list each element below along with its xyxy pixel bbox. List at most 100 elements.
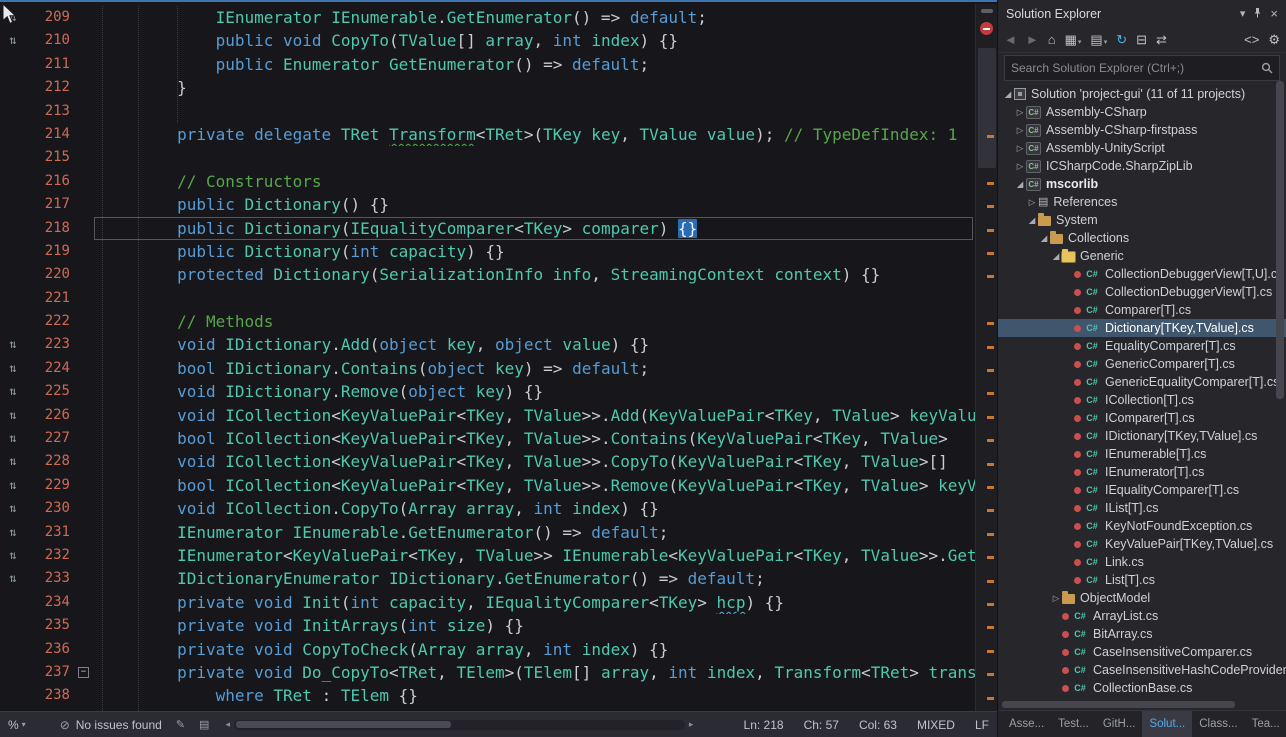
code-line-236[interactable]: 236 private void CopyToCheck(Array array… <box>0 638 975 661</box>
close-icon[interactable]: × <box>1270 6 1278 21</box>
split-editor-handle[interactable] <box>981 9 993 13</box>
fold-collapse-icon[interactable]: − <box>78 667 89 678</box>
expand-arrow-icon[interactable]: ▷ <box>1014 143 1026 154</box>
tool-tab-gith[interactable]: GitH... <box>1096 711 1143 737</box>
tree-item-assembly-unityscript[interactable]: ▷C#Assembly-UnityScript <box>998 139 1286 157</box>
tree-item-equalitycomparer-t-cs[interactable]: C#EqualityComparer[T].cs <box>998 337 1286 355</box>
collapse-arrow-icon[interactable]: ◢ <box>1014 179 1026 190</box>
implements-icon[interactable]: ⇅ <box>0 497 26 520</box>
tree-item-caseinsensitivecomparer-cs[interactable]: C#CaseInsensitiveComparer.cs <box>998 643 1286 661</box>
implements-icon[interactable]: ⇅ <box>0 333 26 356</box>
code-line-232[interactable]: ⇅232 IEnumerator<KeyValuePair<TKey, TVal… <box>0 544 975 567</box>
view-code-icon[interactable]: <> <box>1244 33 1259 46</box>
code-line-215[interactable]: 215 <box>0 146 975 169</box>
line-number[interactable]: 212 <box>26 76 74 99</box>
scrollbar-thumb[interactable] <box>978 48 996 168</box>
tree-item-ienumerable-t-cs[interactable]: C#IEnumerable[T].cs <box>998 445 1286 463</box>
tree-item-keynotfoundexception-cs[interactable]: C#KeyNotFoundException.cs <box>998 517 1286 535</box>
line-number[interactable]: 235 <box>26 614 74 637</box>
collapse-arrow-icon[interactable]: ◢ <box>1026 215 1038 226</box>
implements-icon[interactable]: ⇅ <box>0 567 26 590</box>
code-line-225[interactable]: ⇅225 void IDictionary.Remove(object key)… <box>0 380 975 403</box>
code-editor[interactable]: ⇅209 IEnumerator IEnumerable.GetEnumerat… <box>0 0 997 711</box>
status-line-ending[interactable]: LF <box>975 718 989 732</box>
line-number[interactable]: 219 <box>26 240 74 263</box>
line-number[interactable]: 221 <box>26 287 74 310</box>
tree-item-icsharpcode-sharpziplib[interactable]: ▷C#ICSharpCode.SharpZipLib <box>998 157 1286 175</box>
line-number[interactable]: 214 <box>26 123 74 146</box>
scroll-right-arrow-icon[interactable]: ▸ <box>689 719 694 730</box>
tree-item-link-cs[interactable]: C#Link.cs <box>998 553 1286 571</box>
code-line-227[interactable]: ⇅227 bool ICollection<KeyValuePair<TKey,… <box>0 427 975 450</box>
line-number[interactable]: 231 <box>26 521 74 544</box>
code-line-212[interactable]: 212 } <box>0 76 975 99</box>
code-line-238[interactable]: 238 where TRet : TElem {} <box>0 684 975 707</box>
tree-item-idictionary-tkey-tvalue-cs[interactable]: C#IDictionary[TKey,TValue].cs <box>998 427 1286 445</box>
collapse-all-icon[interactable]: ⊟ <box>1136 33 1147 46</box>
code-line-230[interactable]: ⇅230 void ICollection.CopyTo(Array array… <box>0 497 975 520</box>
tree-item-assembly-csharp[interactable]: ▷C#Assembly-CSharp <box>998 103 1286 121</box>
line-number[interactable]: 216 <box>26 170 74 193</box>
code-line-234[interactable]: 234 private void Init(int capacity, IEqu… <box>0 591 975 614</box>
tree-item-objectmodel[interactable]: ▷ObjectModel <box>998 589 1286 607</box>
tree-item-caseinsensitivehashcodeprovider-cs[interactable]: C#CaseInsensitiveHashCodeProvider.cs <box>998 661 1286 679</box>
code-cleanup-icon[interactable]: ▤ <box>199 718 209 731</box>
tree-item-comparer-t-cs[interactable]: C#Comparer[T].cs <box>998 301 1286 319</box>
tree-item-references[interactable]: ▷▤References <box>998 193 1286 211</box>
code-line-233[interactable]: ⇅233 IDictionaryEnumerator IDictionary.G… <box>0 567 975 590</box>
code-line-209[interactable]: ⇅209 IEnumerator IEnumerable.GetEnumerat… <box>0 6 975 29</box>
line-number[interactable]: 236 <box>26 638 74 661</box>
horizontal-scrollbar-thumb[interactable] <box>236 721 451 728</box>
implements-icon[interactable]: ⇅ <box>0 357 26 380</box>
tool-tab-test[interactable]: Test... <box>1051 711 1096 737</box>
properties-icon[interactable]: ⚙ <box>1268 33 1280 46</box>
scroll-left-arrow-icon[interactable]: ◂ <box>225 719 230 730</box>
back-icon[interactable]: ◄ <box>1004 33 1017 46</box>
code-line-220[interactable]: 220 protected Dictionary(SerializationIn… <box>0 263 975 286</box>
line-number[interactable]: 233 <box>26 567 74 590</box>
code-line-228[interactable]: ⇅228 void ICollection<KeyValuePair<TKey,… <box>0 450 975 473</box>
status-line[interactable]: Ln: 218 <box>744 718 784 732</box>
code-line-218[interactable]: 218 public Dictionary(IEqualityComparer<… <box>0 217 975 240</box>
line-number[interactable]: 232 <box>26 544 74 567</box>
editor-vertical-scrollbar[interactable] <box>975 4 997 711</box>
implements-icon[interactable]: ⇅ <box>0 450 26 473</box>
tree-item-icomparer-t-cs[interactable]: C#IComparer[T].cs <box>998 409 1286 427</box>
tool-tab-class[interactable]: Class... <box>1192 711 1244 737</box>
collapse-arrow-icon[interactable]: ◢ <box>1038 233 1050 244</box>
code-line-221[interactable]: 221 <box>0 287 975 310</box>
tool-tab-asse[interactable]: Asse... <box>1002 711 1051 737</box>
horizontal-scrollbar-track[interactable] <box>234 720 685 730</box>
line-number[interactable]: 238 <box>26 684 74 707</box>
tree-item-collectiondebuggerview-t-cs[interactable]: C#CollectionDebuggerView[T].cs <box>998 283 1286 301</box>
editor-horizontal-scrollbar[interactable]: ◂ ▸ <box>225 719 693 730</box>
expand-arrow-icon[interactable]: ▷ <box>1026 197 1038 208</box>
collapse-arrow-icon[interactable]: ◢ <box>1050 251 1062 262</box>
line-number[interactable]: 230 <box>26 497 74 520</box>
code-line-231[interactable]: ⇅231 IEnumerator IEnumerable.GetEnumerat… <box>0 521 975 544</box>
tree-item-list-t-cs[interactable]: C#List[T].cs <box>998 571 1286 589</box>
implements-icon[interactable]: ⇅ <box>0 521 26 544</box>
tree-item-generic[interactable]: ◢Generic <box>998 247 1286 265</box>
tree-item-bitarray-cs[interactable]: C#BitArray.cs <box>998 625 1286 643</box>
search-box[interactable] <box>1004 55 1280 81</box>
code-line-222[interactable]: 222 // Methods <box>0 310 975 333</box>
line-number[interactable]: 217 <box>26 193 74 216</box>
implements-icon[interactable]: ⇅ <box>0 29 26 52</box>
refresh-icon[interactable]: ↻ <box>1116 33 1127 46</box>
tree-item-mscorlib[interactable]: ◢C#mscorlib <box>998 175 1286 193</box>
search-input[interactable] <box>1005 61 1261 75</box>
track-changes-icon[interactable]: ✎ <box>176 718 185 731</box>
code-line-239[interactable]: 239 private static KeyValuePair<TKey, TV… <box>0 708 975 711</box>
status-encoding[interactable]: MIXED <box>917 718 955 732</box>
show-all-files-icon[interactable]: ▤▾ <box>1090 33 1107 46</box>
tree-item-keyvaluepair-tkey-tvalue-cs[interactable]: C#KeyValuePair[TKey,TValue].cs <box>998 535 1286 553</box>
code-line-211[interactable]: 211 public Enumerator GetEnumerator() =>… <box>0 53 975 76</box>
code-line-223[interactable]: ⇅223 void IDictionary.Add(object key, ob… <box>0 333 975 356</box>
collapse-arrow-icon[interactable]: ◢ <box>1002 89 1014 100</box>
zoom-control[interactable]: % ▾ <box>8 718 26 732</box>
issues-indicator[interactable]: ⊘ No issues found <box>60 718 162 732</box>
code-line-235[interactable]: 235 private void InitArrays(int size) {} <box>0 614 975 637</box>
code-line-237[interactable]: 237− private void Do_CopyTo<TRet, TElem>… <box>0 661 975 684</box>
tree-item-dictionary-tkey-tvalue-cs[interactable]: C#Dictionary[TKey,TValue].cs <box>998 319 1286 337</box>
